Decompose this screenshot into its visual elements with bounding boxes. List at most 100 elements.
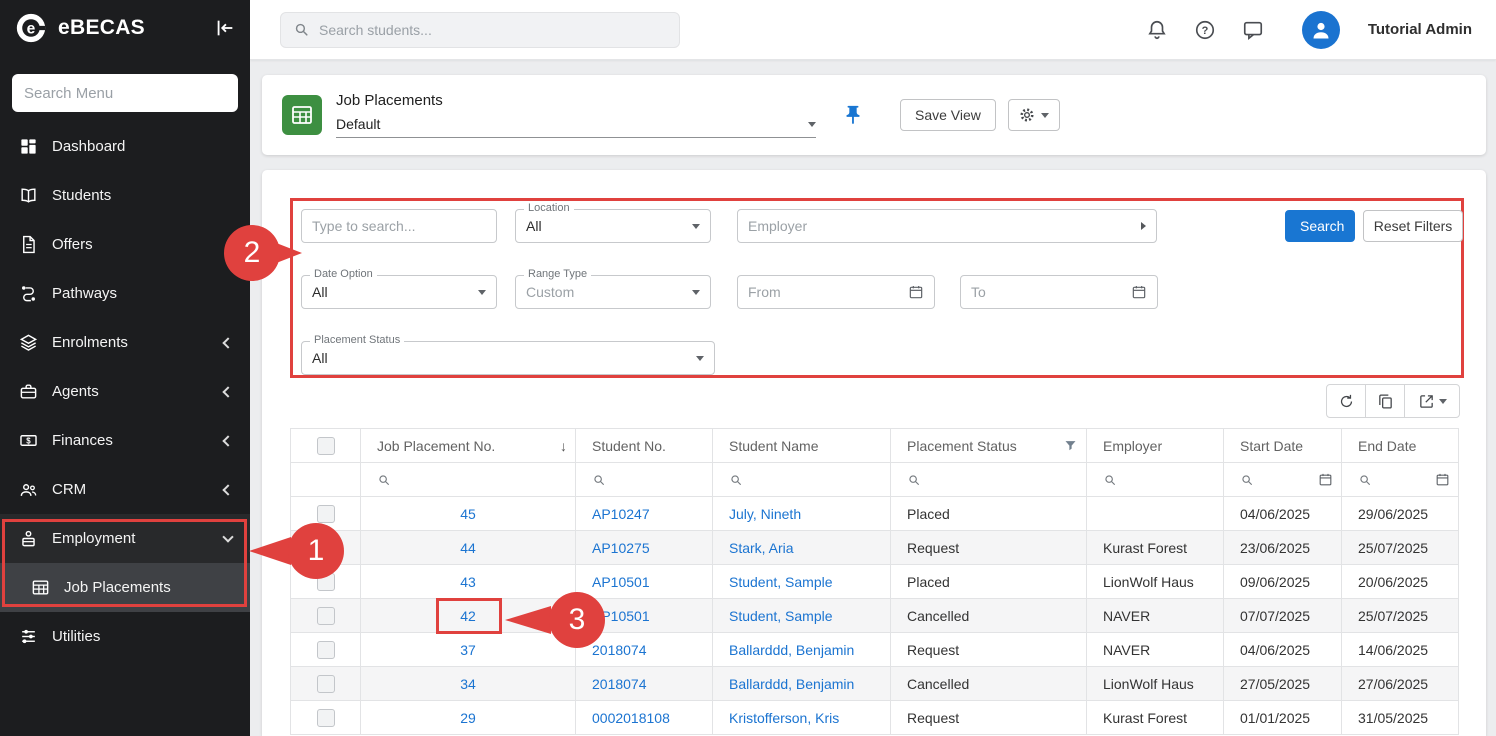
filter-cell-job-placement-no[interactable] <box>361 463 576 497</box>
filter-cell-employer[interactable] <box>1087 463 1224 497</box>
menu-search-input[interactable] <box>12 74 238 112</box>
sidebar-item-pathways[interactable]: Pathways <box>0 269 250 318</box>
student-name-link[interactable]: Ballarddd, Benjamin <box>729 642 854 658</box>
grid-toolbar <box>1326 384 1460 418</box>
calendar-icon[interactable] <box>1435 472 1450 487</box>
sidebar-item-label: Pathways <box>52 285 117 302</box>
end-date-cell: 14/06/2025 <box>1342 633 1459 667</box>
student-name-link[interactable]: July, Nineth <box>729 506 801 522</box>
table-row: 42AP10501Student, SampleCancelledNAVER07… <box>291 599 1459 633</box>
sidebar-item-students[interactable]: Students <box>0 171 250 220</box>
calendar-icon[interactable] <box>1318 472 1333 487</box>
column-header-employer[interactable]: Employer <box>1087 429 1224 463</box>
view-selector[interactable]: Default <box>336 116 816 138</box>
column-header-end-date[interactable]: End Date <box>1342 429 1459 463</box>
sidebar-item-enrolments[interactable]: Enrolments <box>0 318 250 367</box>
column-header-placement-status[interactable]: Placement Status <box>891 429 1087 463</box>
reset-filters-button[interactable]: Reset Filters <box>1363 210 1463 242</box>
filter-search-input[interactable] <box>312 218 486 234</box>
student-no-link[interactable]: 0002018108 <box>592 710 670 726</box>
column-header-start-date[interactable]: Start Date <box>1224 429 1342 463</box>
student-name-link[interactable]: Student, Sample <box>729 608 833 624</box>
help-icon[interactable] <box>1194 19 1216 41</box>
chat-icon[interactable] <box>1242 19 1264 41</box>
column-header-student-no[interactable]: Student No. <box>576 429 713 463</box>
sidebar-collapse-button[interactable] <box>214 17 236 39</box>
from-date-field[interactable] <box>737 275 935 309</box>
sidebar-item-agents[interactable]: Agents <box>0 367 250 416</box>
student-name-link[interactable]: Stark, Aria <box>729 540 794 556</box>
job-placement-no-link[interactable]: 34 <box>460 676 476 692</box>
range-type-label: Range Type <box>524 268 591 281</box>
student-search-input[interactable] <box>319 22 667 38</box>
job-placement-no-cell: 44 <box>361 531 576 565</box>
column-header-job-placement-no[interactable]: Job Placement No.↓ <box>361 429 576 463</box>
filter-cell-start-date[interactable] <box>1224 463 1342 497</box>
export-button[interactable] <box>1404 384 1460 418</box>
job-placement-no-link[interactable]: 37 <box>460 642 476 658</box>
sidebar-item-finances[interactable]: Finances <box>0 416 250 465</box>
user-avatar[interactable] <box>1302 11 1340 49</box>
column-chooser-button[interactable] <box>1365 384 1405 418</box>
end-date-cell: 25/07/2025 <box>1342 531 1459 565</box>
row-checkbox[interactable] <box>317 709 335 727</box>
column-header-student-name[interactable]: Student Name <box>713 429 891 463</box>
job-placement-no-link[interactable]: 45 <box>460 506 476 522</box>
date-option-select[interactable]: Date Option All <box>301 275 497 309</box>
range-type-select[interactable]: Range Type Custom <box>515 275 711 309</box>
student-name-link[interactable]: Student, Sample <box>729 574 833 590</box>
sidebar-item-job-placements[interactable]: Job Placements <box>0 563 250 612</box>
job-placement-no-link[interactable]: 43 <box>460 574 476 590</box>
sidebar-item-dashboard[interactable]: Dashboard <box>0 122 250 171</box>
filter-search-field[interactable] <box>301 209 497 243</box>
filter-cell-student-name[interactable] <box>713 463 891 497</box>
sidebar-item-offers[interactable]: Offers <box>0 220 250 269</box>
job-placement-no-link[interactable]: 44 <box>460 540 476 556</box>
calendar-icon[interactable] <box>908 284 924 300</box>
refresh-button[interactable] <box>1326 384 1366 418</box>
from-date-input[interactable] <box>748 284 908 300</box>
gear-icon <box>1018 106 1036 124</box>
pin-view-icon[interactable] <box>842 104 864 126</box>
filter-funnel-icon[interactable] <box>1063 438 1078 453</box>
student-no-link[interactable]: AP10275 <box>592 540 650 556</box>
calendar-icon[interactable] <box>1131 284 1147 300</box>
sidebar-item-crm[interactable]: CRM <box>0 465 250 514</box>
job-placement-no-link[interactable]: 42 <box>460 608 476 624</box>
annotation-step-3: 3 <box>549 592 605 648</box>
placement-status-select[interactable]: Placement Status All <box>301 341 715 375</box>
employer-input[interactable] <box>748 218 1141 234</box>
student-search-box[interactable] <box>280 12 680 48</box>
row-checkbox[interactable] <box>317 607 335 625</box>
sidebar-item-utilities[interactable]: Utilities <box>0 612 250 661</box>
row-checkbox[interactable] <box>317 641 335 659</box>
location-select[interactable]: Location All <box>515 209 711 243</box>
student-name-cell: Student, Sample <box>713 599 891 633</box>
student-name-link[interactable]: Ballarddd, Benjamin <box>729 676 854 692</box>
sidebar-item-employment[interactable]: Employment <box>0 514 250 563</box>
row-checkbox[interactable] <box>317 505 335 523</box>
sort-desc-icon[interactable]: ↓ <box>560 438 567 454</box>
student-no-link[interactable]: AP10501 <box>592 574 650 590</box>
job-placement-no-link[interactable]: 29 <box>460 710 476 726</box>
student-name-cell: Student, Sample <box>713 565 891 599</box>
student-no-link[interactable]: 2018074 <box>592 676 647 692</box>
to-date-field[interactable] <box>960 275 1158 309</box>
student-name-link[interactable]: Kristofferson, Kris <box>729 710 839 726</box>
filter-cell-placement-status[interactable] <box>891 463 1087 497</box>
student-no-link[interactable]: AP10247 <box>592 506 650 522</box>
search-button[interactable]: Search <box>1285 210 1355 242</box>
save-view-button[interactable]: Save View <box>900 99 996 131</box>
select-all-checkbox[interactable] <box>317 437 335 455</box>
to-date-input[interactable] <box>971 284 1131 300</box>
employer-field[interactable] <box>737 209 1157 243</box>
start-date-cell: 23/06/2025 <box>1224 531 1342 565</box>
filter-cell-student-no[interactable] <box>576 463 713 497</box>
notifications-bell-icon[interactable] <box>1146 19 1168 41</box>
user-name: Tutorial Admin <box>1368 21 1472 38</box>
view-settings-button[interactable] <box>1008 99 1060 131</box>
student-no-link[interactable]: 2018074 <box>592 642 647 658</box>
app-window: eBECAS Dashboard Students Offers Pathway… <box>0 0 1496 736</box>
filter-cell-end-date[interactable] <box>1342 463 1459 497</box>
row-checkbox[interactable] <box>317 675 335 693</box>
